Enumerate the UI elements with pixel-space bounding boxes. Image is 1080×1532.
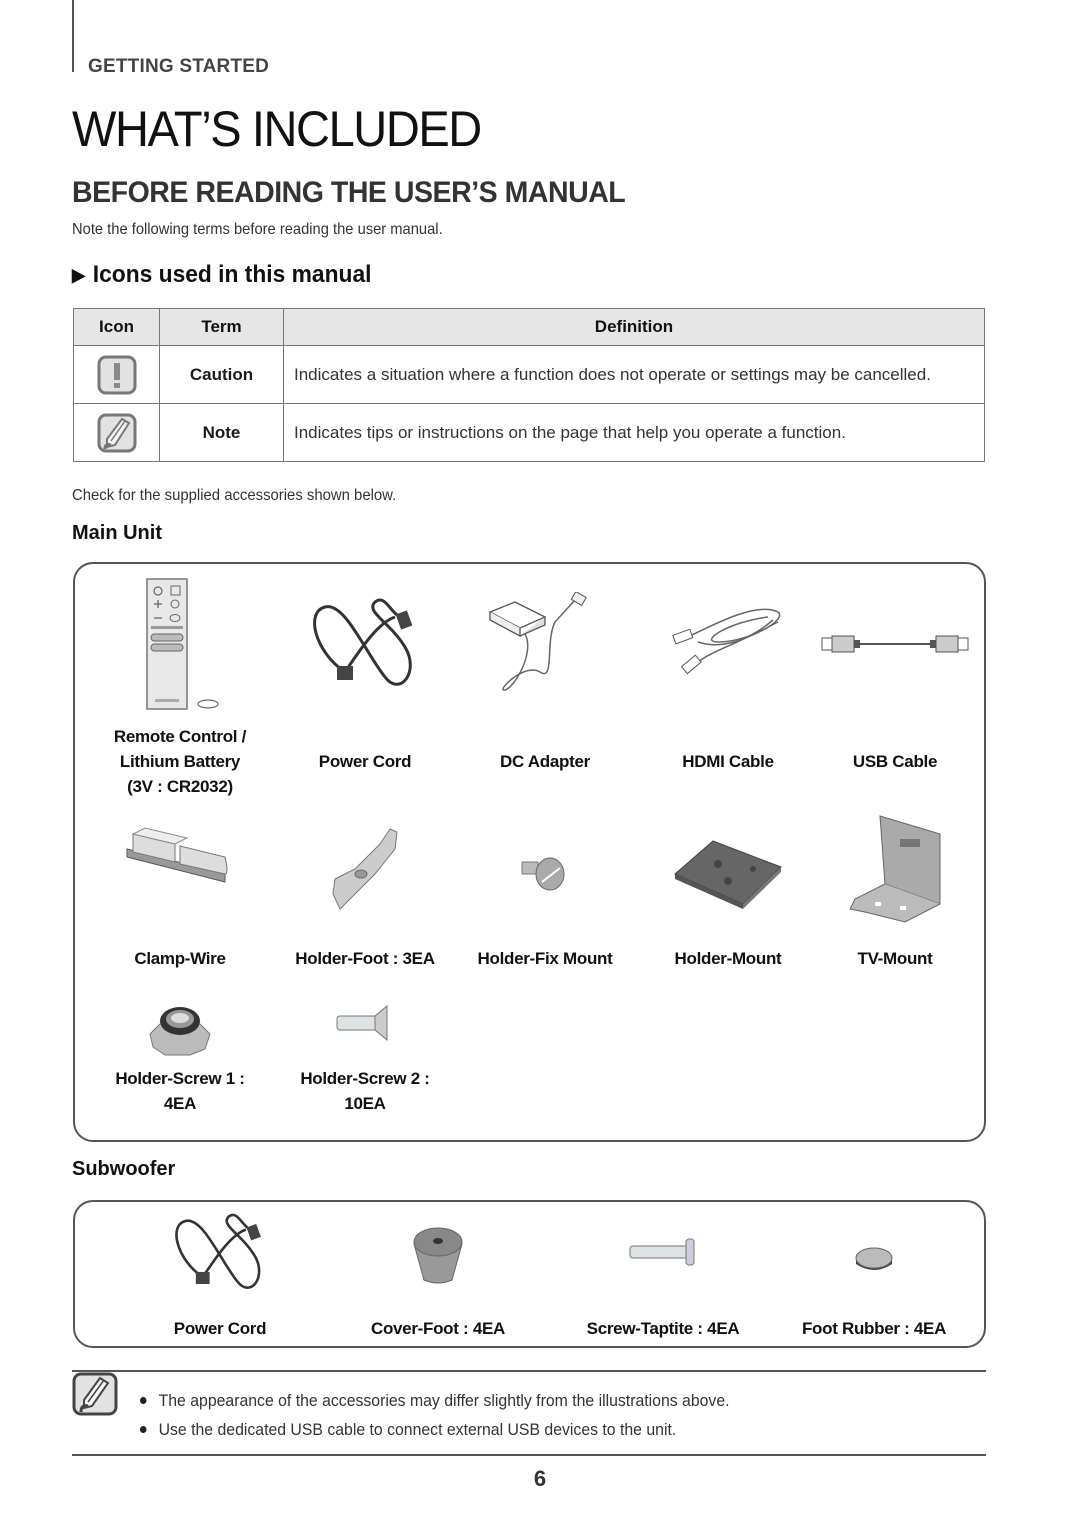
note-divider-bottom (72, 1454, 986, 1456)
accessories-intro: Check for the supplied accessories shown… (72, 487, 397, 504)
accessory-label: Lithium Battery (119, 752, 241, 771)
clamp-wire-icon (126, 827, 228, 883)
accessory-power-cord: Power Cord (280, 572, 450, 802)
subwoofer-heading: Subwoofer (72, 1158, 176, 1180)
note-icon (72, 1372, 118, 1416)
icons-table: Icon Term Definition Caution Indicates a… (73, 308, 985, 462)
usb-cable-icon (821, 635, 969, 653)
accessory-power-cord: Power Cord (135, 1206, 305, 1346)
accessory-dc-adapter: DC Adapter (460, 572, 630, 802)
accessory-holder-fix-mount: Holder-Fix Mount (460, 814, 630, 974)
holder-mount-icon (674, 840, 782, 909)
note-text: The appearance of the accessories may di… (158, 1390, 730, 1410)
accessory-label: HDMI Cable (682, 752, 774, 771)
accessory-label: Holder-Screw 2 : (300, 1069, 430, 1088)
hdmi-cable-icon (672, 608, 781, 675)
accessory-label: Holder-Foot : 3EA (295, 949, 435, 968)
accessory-clamp-wire: Clamp-Wire (95, 814, 265, 974)
accessory-label: Power Cord (173, 1319, 267, 1338)
foot-rubber-icon (855, 1247, 893, 1270)
accessory-label: Remote Control / (113, 727, 247, 746)
accessory-holder-foot: Holder-Foot : 3EA (280, 814, 450, 974)
column-header-term: Term (159, 308, 284, 346)
caution-icon (97, 355, 136, 394)
power-cord-icon (313, 598, 413, 686)
definition-cell: Indicates a situation where a function d… (283, 345, 985, 404)
accessory-holder-mount: Holder-Mount (643, 814, 813, 974)
column-header-icon: Icon (73, 308, 160, 346)
power-cord-icon (175, 1213, 261, 1289)
term-cell: Caution (159, 345, 284, 404)
accessory-label: Holder-Fix Mount (477, 949, 613, 968)
accessory-label: USB Cable (852, 752, 938, 771)
main-unit-heading: Main Unit (72, 522, 162, 544)
subwoofer-box: Power Cord Cover-Foot : 4EA Screw-Taptit… (73, 1200, 986, 1348)
icon-cell (73, 345, 160, 404)
accessory-usb-cable: USB Cable (810, 572, 980, 802)
accessory-label: DC Adapter (500, 752, 590, 771)
accessory-label: Clamp-Wire (134, 949, 226, 968)
tv-mount-icon (849, 815, 941, 923)
icon-cell (73, 403, 160, 462)
note-text: Use the dedicated USB cable to connect e… (158, 1419, 677, 1439)
accessory-foot-rubber: Foot Rubber : 4EA (789, 1206, 959, 1346)
accessory-label: 4EA (163, 1094, 197, 1113)
holder-screw-1-icon (149, 1007, 211, 1056)
accessory-label: Power Cord (318, 752, 412, 771)
accessory-label: Foot Rubber : 4EA (801, 1319, 947, 1338)
icons-heading: ▶ Icons used in this manual (72, 261, 371, 289)
accessory-hdmi-cable: HDMI Cable (643, 572, 813, 802)
page-title: WHAT’S INCLUDED (72, 101, 482, 157)
notes-list: The appearance of the accessories may di… (140, 1386, 774, 1444)
accessory-label: Holder-Mount (674, 949, 782, 968)
definition-cell: Indicates tips or instructions on the pa… (283, 403, 985, 462)
note-icon (97, 413, 136, 452)
table-row: Caution Indicates a situation where a fu… (73, 345, 985, 404)
list-item: The appearance of the accessories may di… (140, 1386, 730, 1415)
accessory-cover-foot: Cover-Foot : 4EA (353, 1206, 523, 1346)
accessory-holder-screw-1: Holder-Screw 1 : 4EA (95, 989, 265, 1119)
page-number: 6 (533, 1466, 547, 1491)
screw-taptite-icon (629, 1238, 695, 1266)
accessory-label: Holder-Screw 1 : (115, 1069, 245, 1088)
accessory-holder-screw-2: Holder-Screw 2 : 10EA (280, 989, 450, 1119)
bullet-icon (140, 1397, 147, 1404)
accessory-label: 10EA (344, 1094, 386, 1113)
icons-heading-text: Icons used in this manual (92, 261, 372, 288)
accessory-label: TV-Mount (857, 949, 933, 968)
accessory-remote-control: Remote Control / Lithium Battery (3V : C… (95, 572, 265, 802)
column-header-definition: Definition (283, 308, 985, 346)
accessory-tv-mount: TV-Mount (810, 814, 980, 974)
dc-adapter-icon (488, 592, 587, 691)
main-unit-box: Remote Control / Lithium Battery (3V : C… (73, 562, 986, 1142)
before-reading-intro: Note the following terms before reading … (72, 221, 443, 238)
holder-screw-2-icon (336, 1004, 388, 1042)
list-item: Use the dedicated USB cable to connect e… (140, 1415, 730, 1444)
remote-control-icon (146, 578, 219, 710)
accessory-label: (3V : CR2032) (127, 777, 233, 796)
before-reading-title: BEFORE READING THE USER’S MANUAL (72, 176, 626, 209)
note-divider-top (72, 1370, 986, 1372)
section-label: GETTING STARTED (88, 56, 270, 77)
cover-foot-icon (413, 1227, 463, 1284)
term-cell: Note (159, 403, 284, 462)
section-marker-bar (72, 0, 74, 72)
table-header-row: Icon Term Definition (73, 308, 985, 346)
accessory-screw-taptite: Screw-Taptite : 4EA (578, 1206, 748, 1346)
holder-fix-mount-icon (521, 857, 565, 891)
accessory-label: Screw-Taptite : 4EA (586, 1319, 740, 1338)
holder-foot-icon (332, 828, 398, 910)
table-row: Note Indicates tips or instructions on t… (73, 403, 985, 462)
accessory-label: Cover-Foot : 4EA (370, 1319, 506, 1338)
bullet-icon (140, 1426, 147, 1433)
triangle-bullet-icon: ▶ (72, 264, 86, 285)
